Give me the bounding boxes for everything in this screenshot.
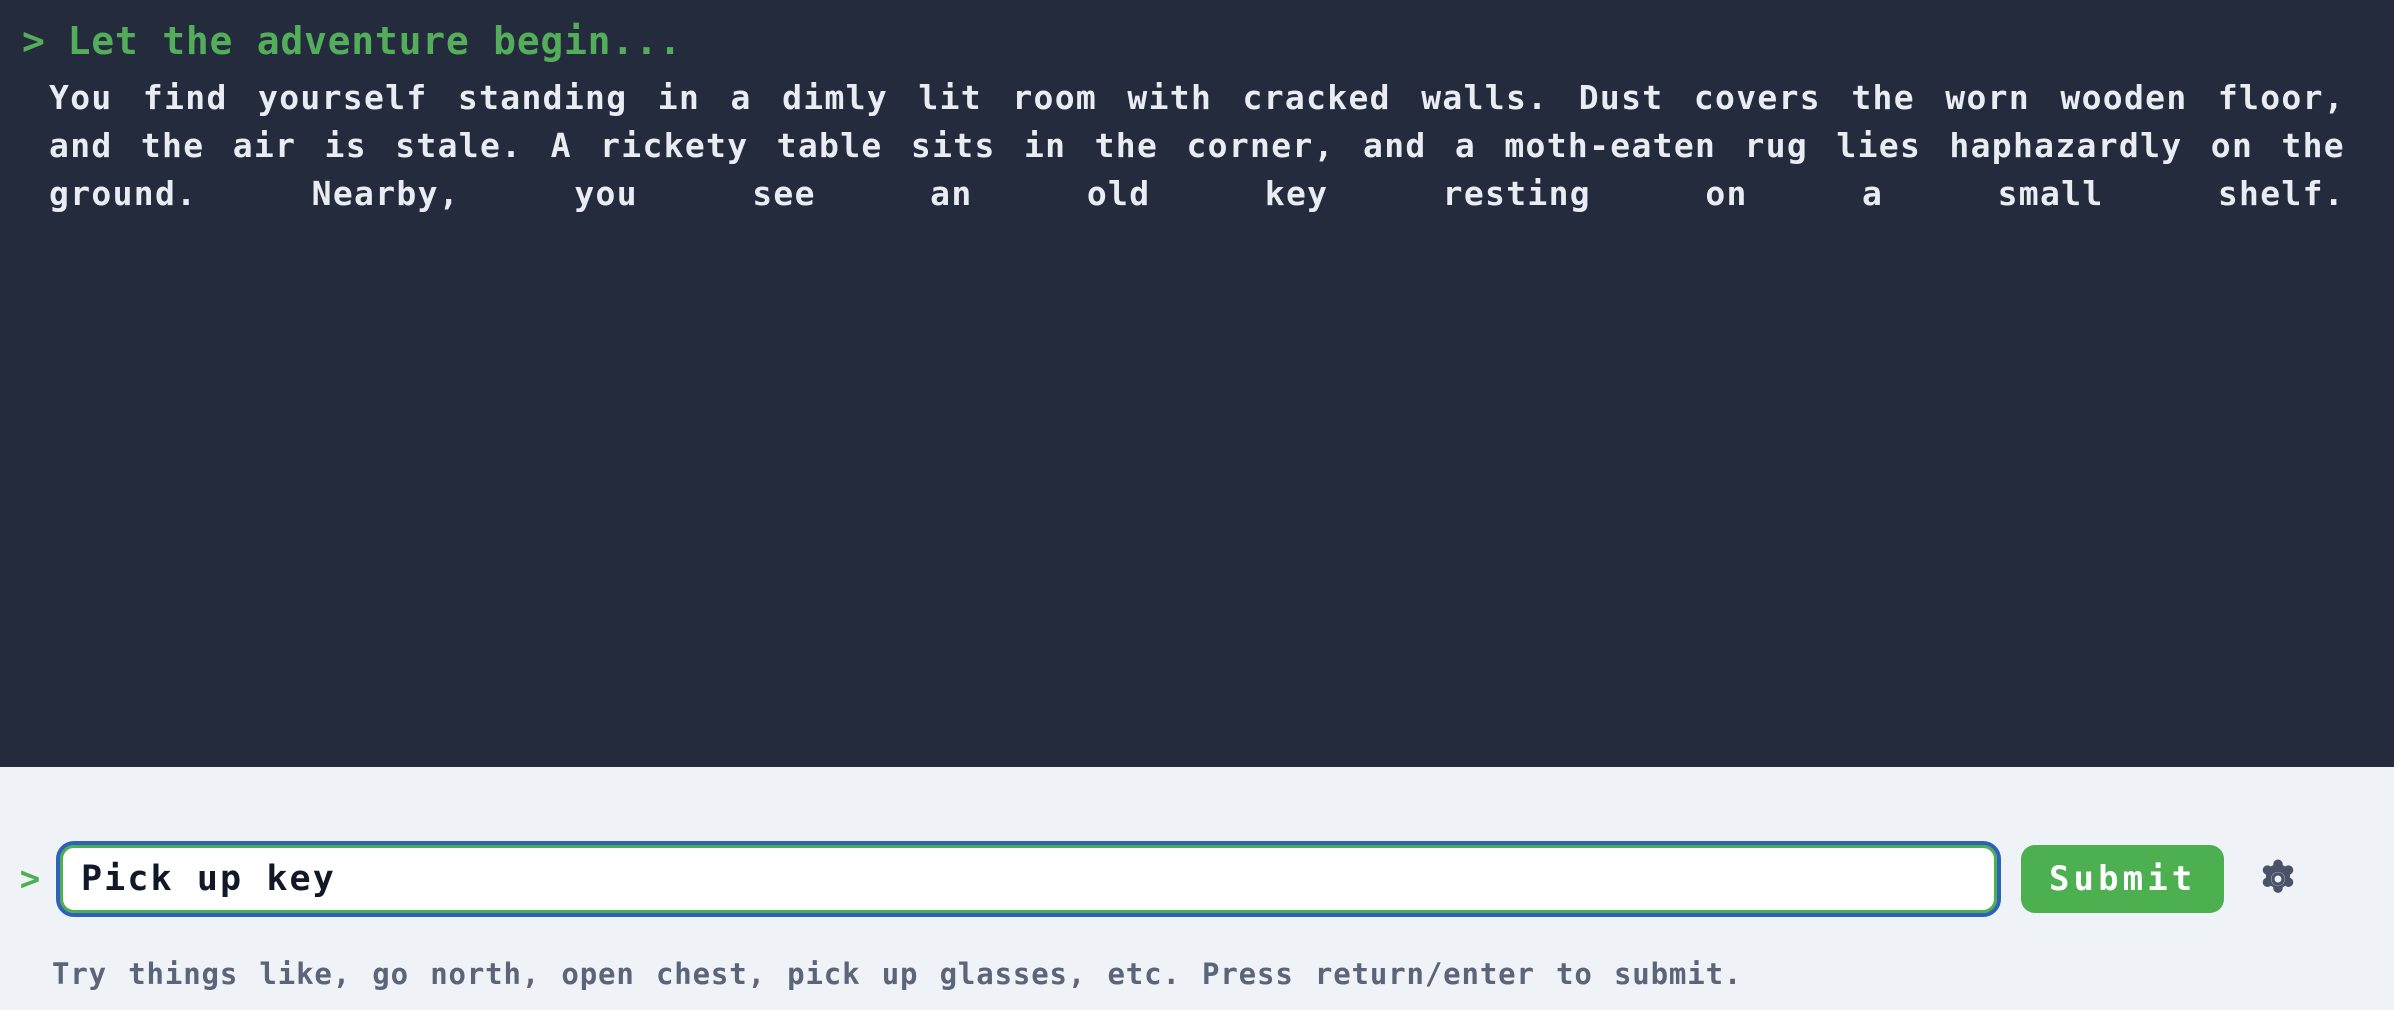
command-input-row: > Submit: [0, 841, 2394, 917]
submit-button[interactable]: Submit: [2021, 845, 2225, 913]
transcript-panel: > Let the adventure begin... You find yo…: [0, 0, 2394, 767]
input-chevron-icon: >: [19, 859, 41, 899]
settings-button[interactable]: [2250, 851, 2306, 907]
prompt-chevron-icon: >: [22, 19, 46, 63]
command-input-wrapper: [56, 841, 2001, 917]
story-text: You find yourself standing in a dimly li…: [49, 78, 2345, 213]
command-footer: > Submit Try things like, go north, open…: [0, 767, 2394, 1010]
gear-icon: [2255, 856, 2301, 902]
input-hint-text: Try things like, go north, open chest, p…: [52, 957, 1743, 991]
text-adventure-app: > Let the adventure begin... You find yo…: [0, 0, 2394, 1010]
prompt-line-text: Let the adventure begin...: [67, 19, 683, 63]
prompt-line: > Let the adventure begin...: [0, 0, 2394, 60]
command-input[interactable]: [56, 841, 2001, 917]
